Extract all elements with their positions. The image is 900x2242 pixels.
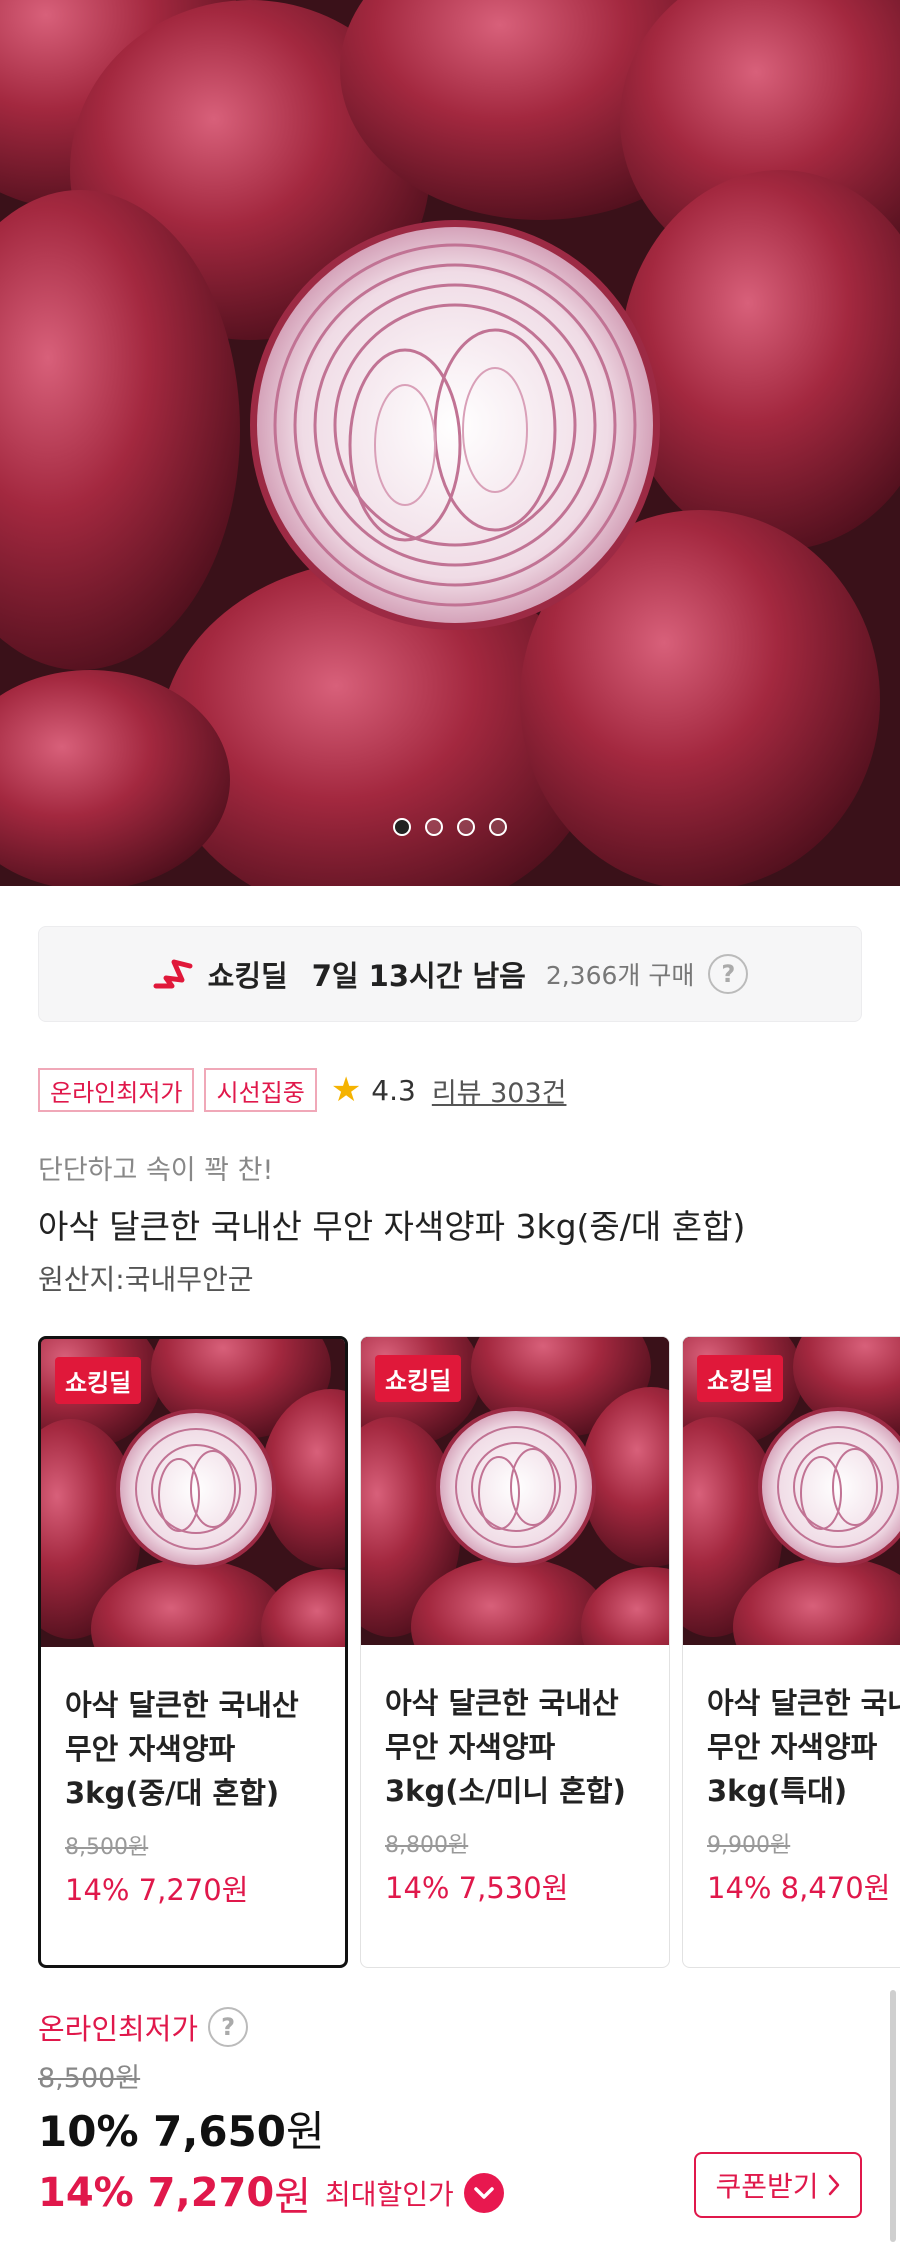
current-price: 10% 7,650원	[38, 2098, 325, 2159]
option-card[interactable]: 쇼킹딜 아삭 달큰한 국내산 무안 자색양파 3kg(소/미니 혼합) 8,80…	[360, 1336, 670, 1968]
current-price-unit: 원	[286, 2107, 325, 2156]
badge-lowest-price: 온라인최저가	[38, 1068, 195, 1112]
pager-dot[interactable]	[489, 818, 507, 836]
option-thumbnail: 쇼킹딜	[683, 1337, 900, 1645]
max-discount-label: 최대할인가	[325, 2178, 454, 2211]
current-price-value: 10% 7,650	[38, 2107, 287, 2156]
chevron-down-icon[interactable]	[463, 2173, 504, 2213]
option-name-line2: 무안 자색양파	[385, 1730, 556, 1764]
option-original-price: 9,900원	[707, 1833, 791, 1858]
option-name-line2: 무안 자색양파	[65, 1732, 236, 1766]
review-link[interactable]: 리뷰 303건	[432, 1071, 567, 1110]
chevron-right-icon	[828, 2174, 839, 2196]
card-deal-badge: 쇼킹딜	[55, 1357, 142, 1404]
badge-attention: 시선집중	[204, 1068, 317, 1112]
price-help-icon[interactable]: ?	[208, 2007, 249, 2047]
onion-photo	[0, 0, 900, 886]
star-icon: ★	[330, 1070, 362, 1110]
option-name-line2: 무안 자색양파	[707, 1730, 878, 1764]
product-origin: 원산지:국내무안군	[38, 1263, 254, 1296]
card-deal-badge: 쇼킹딜	[375, 1355, 462, 1402]
coupon-button[interactable]: 쿠폰받기	[694, 2152, 862, 2218]
option-name-line3: 3kg(중/대 혼합)	[65, 1776, 280, 1810]
shocking-deal-bar: 쇼킹딜 7일 13시간 남음 2,366개 구매 ?	[38, 926, 862, 1022]
max-discount-price: 14% 7,270 원 최대할인가	[38, 2164, 504, 2222]
option-name-line1: 아삭 달큰한 국내산	[65, 1688, 299, 1722]
option-name-line1: 아삭 달큰한 국내산	[385, 1686, 619, 1720]
max-price-unit: 원	[274, 2174, 312, 2220]
deal-name: 쇼킹딜	[207, 959, 288, 993]
product-subtitle: 단단하고 속이 꽉 찬!	[38, 1155, 274, 1186]
option-sale-price: 14% 7,270원	[65, 1873, 249, 1907]
option-thumbnail: 쇼킹딜	[41, 1339, 345, 1647]
chevron-down-glyph	[474, 2187, 494, 2199]
scrollbar[interactable]	[890, 1990, 896, 2242]
product-hero-image[interactable]	[0, 0, 900, 886]
price-label-text: 온라인최저가	[38, 2012, 199, 2046]
pager-dot[interactable]	[425, 818, 443, 836]
shocking-deal-logo-icon	[153, 959, 193, 989]
option-sale-price: 14% 8,470원	[707, 1871, 891, 1905]
option-name-line3: 3kg(소/미니 혼합)	[385, 1774, 626, 1808]
coupon-button-label: 쿠폰받기	[715, 2170, 819, 2203]
help-icon[interactable]: ?	[708, 954, 749, 994]
max-price-value: 14% 7,270	[38, 2170, 275, 2216]
option-name-line3: 3kg(특대)	[707, 1774, 848, 1808]
product-title: 아삭 달큰한 국내산 무안 자색양파 3kg(중/대 혼합)	[38, 1207, 746, 1246]
pager-dot-active[interactable]	[393, 818, 411, 836]
card-deal-badge: 쇼킹딜	[697, 1355, 784, 1402]
image-pager[interactable]	[0, 818, 900, 836]
price-label: 온라인최저가 ?	[38, 2006, 249, 2048]
original-price: 8,500원	[38, 2063, 141, 2094]
option-thumbnail: 쇼킹딜	[361, 1337, 669, 1645]
deal-time-left: 7일 13시간 남음	[311, 959, 526, 993]
option-carousel[interactable]: 쇼킹딜 아삭 달큰한 국내산 무안 자색양파 3kg(중/대 혼합) 8,500…	[38, 1336, 900, 1968]
pager-dot[interactable]	[457, 818, 475, 836]
option-card-selected[interactable]: 쇼킹딜 아삭 달큰한 국내산 무안 자색양파 3kg(중/대 혼합) 8,500…	[38, 1336, 348, 1968]
option-original-price: 8,500원	[65, 1835, 149, 1860]
option-card[interactable]: 쇼킹딜 아삭 달큰한 국내산 무안 자색양파 3kg(특대) 9,900원 14…	[682, 1336, 900, 1968]
option-sale-price: 14% 7,530원	[385, 1871, 569, 1905]
purchase-count: 2,366개 구매	[545, 961, 695, 990]
rating-score: 4.3	[371, 1073, 416, 1107]
option-name-line1: 아삭 달큰한 국내산	[707, 1686, 900, 1720]
option-original-price: 8,800원	[385, 1833, 469, 1858]
product-badges: 온라인최저가 시선집중 ★ 4.3 리뷰 303건	[38, 1068, 566, 1112]
